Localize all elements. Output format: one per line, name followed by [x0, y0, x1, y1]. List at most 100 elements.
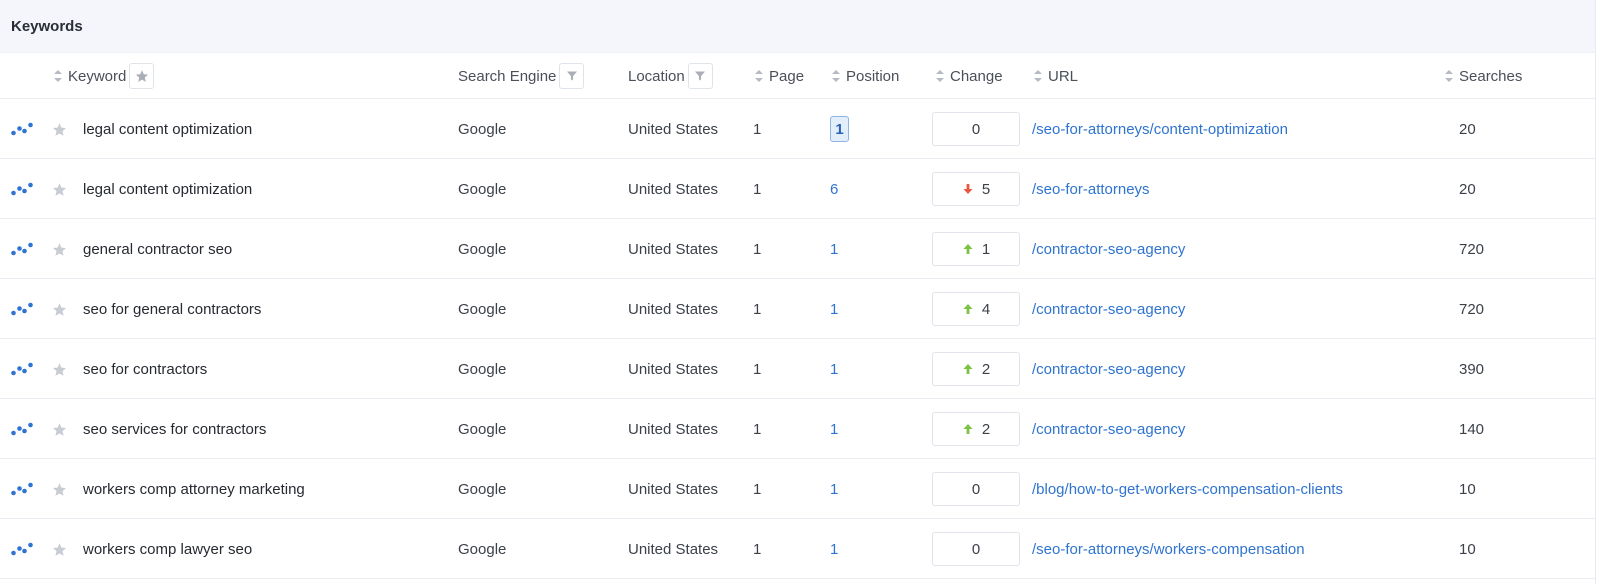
position-cell[interactable]: 1: [830, 399, 838, 459]
keyword-text: workers comp attorney marketing: [83, 480, 305, 498]
position-value[interactable]: 6: [830, 181, 838, 198]
trend-icon: [11, 242, 33, 256]
position-cell[interactable]: 1: [830, 279, 838, 339]
position-value[interactable]: 1: [830, 421, 838, 438]
favorite-star-button[interactable]: [52, 399, 67, 459]
position-value[interactable]: 1: [830, 481, 838, 498]
search-engine-text: Google: [458, 540, 507, 558]
url-link[interactable]: /contractor-seo-agency: [1032, 399, 1185, 459]
table-row[interactable]: legal content optimization Google United…: [0, 99, 1595, 159]
favorite-star-button[interactable]: [52, 519, 67, 579]
search-engine-text: Google: [458, 420, 507, 438]
location-text: United States: [628, 180, 719, 198]
position-cell[interactable]: 1: [830, 459, 838, 519]
change-badge: 5: [932, 172, 1020, 206]
trend-chart-button[interactable]: [11, 219, 33, 279]
filter-icon: [695, 71, 706, 81]
column-header-position[interactable]: Position: [832, 53, 899, 99]
search-engine-text: Google: [458, 360, 507, 378]
column-label-searches: Searches: [1459, 67, 1523, 85]
column-label-location: Location: [628, 67, 685, 85]
sort-icon[interactable]: [832, 70, 840, 82]
position-value[interactable]: 1: [830, 241, 838, 258]
url-link[interactable]: /seo-for-attorneys: [1032, 159, 1150, 219]
star-icon: [52, 242, 67, 256]
column-header-keyword[interactable]: Keyword: [54, 53, 155, 99]
column-header-page[interactable]: Page: [755, 53, 804, 99]
trend-chart-button[interactable]: [11, 399, 33, 459]
table-row[interactable]: legal content optimization Google United…: [0, 159, 1595, 219]
page-text: 1: [753, 420, 762, 438]
sort-icon[interactable]: [54, 70, 62, 82]
table-row[interactable]: seo for general contractors Google Unite…: [0, 279, 1595, 339]
change-badge: 4: [932, 292, 1020, 326]
position-value[interactable]: 1: [830, 116, 849, 142]
favorite-star-button[interactable]: [52, 339, 67, 399]
page-text: 1: [753, 180, 762, 198]
column-header-searches[interactable]: Searches: [1445, 53, 1522, 99]
change-badge: 2: [932, 412, 1020, 446]
url-link[interactable]: /seo-for-attorneys/workers-compensation: [1032, 519, 1305, 579]
favorite-star-button[interactable]: [52, 159, 67, 219]
favorite-star-button[interactable]: [52, 279, 67, 339]
column-label-search-engine: Search Engine: [458, 67, 557, 85]
position-cell[interactable]: 1: [830, 339, 838, 399]
position-cell[interactable]: 1: [830, 99, 849, 159]
sort-icon[interactable]: [1034, 70, 1042, 82]
favorite-star-button[interactable]: [52, 219, 67, 279]
url-link[interactable]: /contractor-seo-agency: [1032, 219, 1185, 279]
table-row[interactable]: seo services for contractors Google Unit…: [0, 399, 1595, 459]
column-header-change[interactable]: Change: [936, 53, 1003, 99]
position-cell[interactable]: 1: [830, 219, 838, 279]
position-cell[interactable]: 6: [830, 159, 838, 219]
star-icon: [135, 70, 148, 82]
column-header-location[interactable]: Location: [628, 53, 713, 99]
url-link[interactable]: /seo-for-attorneys/content-optimization: [1032, 99, 1288, 159]
trend-chart-button[interactable]: [11, 519, 33, 579]
table-row[interactable]: general contractor seo Google United Sta…: [0, 219, 1595, 279]
star-icon: [52, 362, 67, 376]
url-link[interactable]: /contractor-seo-agency: [1032, 279, 1185, 339]
table-row[interactable]: workers comp attorney marketing Google U…: [0, 459, 1595, 519]
table-row[interactable]: seo for contractors Google United States…: [0, 339, 1595, 399]
keyword-text: seo for general contractors: [83, 300, 262, 318]
url-link[interactable]: /blog/how-to-get-workers-compensation-cl…: [1032, 459, 1343, 519]
change-value: 0: [971, 480, 981, 498]
position-value[interactable]: 1: [830, 301, 838, 318]
change-badge: 0: [932, 532, 1020, 566]
star-filter-button[interactable]: [129, 63, 155, 89]
trend-chart-button[interactable]: [11, 339, 33, 399]
position-cell[interactable]: 1: [830, 519, 838, 579]
search-engine-text: Google: [458, 120, 507, 138]
sort-icon[interactable]: [1445, 70, 1453, 82]
keyword-text: workers comp lawyer seo: [83, 540, 253, 558]
url-link[interactable]: /contractor-seo-agency: [1032, 339, 1185, 399]
column-header-url[interactable]: URL: [1034, 53, 1078, 99]
searches-value: 720: [1459, 240, 1485, 258]
favorite-star-button[interactable]: [52, 99, 67, 159]
trend-chart-button[interactable]: [11, 459, 33, 519]
trend-icon: [11, 482, 33, 496]
search-engine-filter-button[interactable]: [559, 63, 585, 89]
change-arrow-icon: [963, 424, 973, 434]
search-engine-text: Google: [458, 300, 507, 318]
trend-chart-button[interactable]: [11, 99, 33, 159]
sort-icon[interactable]: [755, 70, 763, 82]
page-text: 1: [753, 360, 762, 378]
change-badge: 1: [932, 232, 1020, 266]
table-row[interactable]: workers comp lawyer seo Google United St…: [0, 519, 1595, 579]
position-value[interactable]: 1: [830, 541, 838, 558]
location-text: United States: [628, 240, 719, 258]
filter-icon: [566, 71, 577, 81]
page-text: 1: [753, 240, 762, 258]
panel-header: Keywords: [0, 0, 1595, 53]
column-header-search-engine[interactable]: Search Engine: [458, 53, 585, 99]
sort-icon[interactable]: [936, 70, 944, 82]
position-value[interactable]: 1: [830, 361, 838, 378]
searches-value: 140: [1459, 420, 1485, 438]
trend-icon: [11, 362, 33, 376]
trend-chart-button[interactable]: [11, 159, 33, 219]
location-filter-button[interactable]: [687, 63, 713, 89]
favorite-star-button[interactable]: [52, 459, 67, 519]
trend-chart-button[interactable]: [11, 279, 33, 339]
